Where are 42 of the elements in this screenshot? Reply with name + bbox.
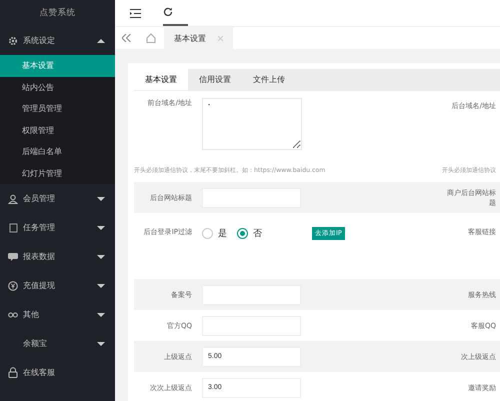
menu-group[interactable]: 充值提现	[0, 271, 115, 300]
link-icon	[8, 312, 18, 318]
menu-group[interactable]: 任务管理	[0, 213, 115, 242]
menu-group[interactable]: 在线客服	[0, 358, 115, 387]
menu-group[interactable]: 系统设定	[0, 26, 115, 55]
home-icon[interactable]	[146, 33, 156, 43]
menu-group[interactable]: 余额宝	[0, 329, 115, 358]
sidebar-item[interactable]: 权限管理	[0, 120, 115, 141]
form-tab[interactable]: 基本设置	[134, 69, 188, 90]
menu-group[interactable]: 报表数据	[0, 242, 115, 271]
close-icon[interactable]	[218, 36, 223, 40]
user-icon	[8, 194, 18, 204]
double-chevron-icon[interactable]	[122, 34, 131, 42]
menu-group[interactable]: 其他	[0, 300, 115, 329]
document-icon	[8, 222, 18, 232]
form-tab[interactable]: 信用设置	[188, 69, 242, 90]
caret-icon	[97, 284, 105, 288]
sidebar-item[interactable]: 管理员管理	[0, 98, 115, 120]
sidebar-item[interactable]: 后端白名单	[0, 141, 115, 162]
caret-icon	[97, 226, 105, 230]
caret-icon	[97, 254, 105, 258]
gear-icon	[8, 36, 18, 46]
yen-icon	[8, 280, 18, 290]
radio-button[interactable]	[237, 228, 248, 239]
caret-icon	[97, 342, 105, 346]
menu-group[interactable]: 会员管理	[0, 184, 115, 213]
sidebar-item[interactable]: 基本设置	[0, 55, 115, 76]
menu-icon[interactable]	[130, 8, 141, 18]
form-tab[interactable]: 文件上传	[242, 69, 296, 90]
sidebar-item[interactable]: 幻灯片管理	[0, 162, 115, 184]
radio-option[interactable]: 否	[237, 227, 262, 240]
app-title: 点赞系统	[38, 6, 76, 20]
radio-option[interactable]: 是	[202, 227, 227, 240]
page-tab[interactable]: 基本设置	[164, 27, 233, 49]
lock-icon	[8, 367, 18, 378]
caret-icon	[97, 196, 105, 200]
caret-icon	[97, 38, 105, 42]
sidebar-item[interactable]: 站内公告	[0, 76, 115, 98]
caret-icon	[97, 312, 105, 316]
chat-icon	[8, 252, 18, 260]
refresh-icon	[163, 7, 173, 17]
radio-button[interactable]	[202, 228, 213, 239]
